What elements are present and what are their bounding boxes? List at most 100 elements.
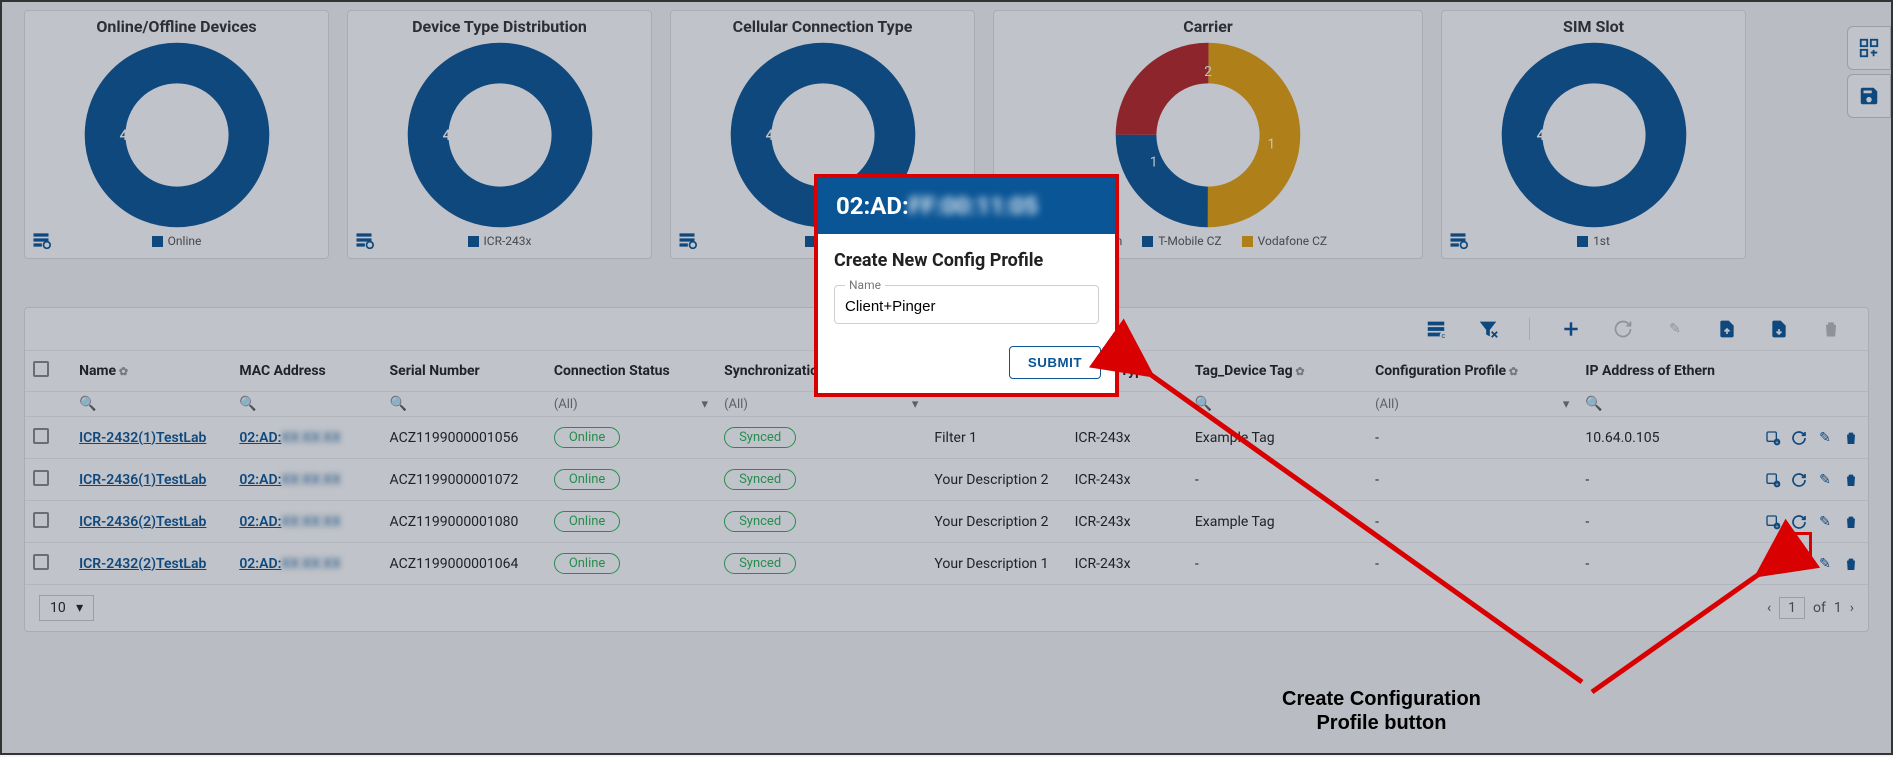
name-field[interactable] — [845, 298, 1088, 315]
conn-status-badge: Online — [554, 469, 621, 490]
dialog-title: Create New Config Profile — [834, 250, 1099, 271]
edit-icon[interactable]: ✎ — [1664, 318, 1686, 340]
row-checkbox[interactable] — [33, 512, 49, 528]
mac-link[interactable]: 02:AD: — [239, 514, 281, 530]
search-icon[interactable]: 🔍 — [1585, 396, 1602, 412]
save-icon[interactable] — [1847, 74, 1891, 118]
donut-chart: 4 — [405, 40, 595, 230]
search-icon[interactable]: 🔍 — [79, 396, 96, 412]
refresh-row-icon[interactable] — [1790, 471, 1808, 489]
col-mac[interactable]: MAC Address — [231, 351, 381, 392]
row-checkbox[interactable] — [33, 554, 49, 570]
mac-link[interactable]: 02:AD: — [239, 556, 281, 572]
col-conf[interactable]: Configuration Profile — [1367, 351, 1577, 392]
svg-text:+: + — [1775, 524, 1778, 530]
svg-text:2: 2 — [1204, 64, 1212, 80]
col-name[interactable]: Name — [71, 351, 231, 392]
dialog-header: 02:AD:FF:00:11:05 — [818, 178, 1115, 234]
search-icon[interactable]: 🔍 — [1195, 396, 1212, 412]
donut-chart: 2 1 1 — [1113, 40, 1303, 230]
filter-sync[interactable]: (All)▾ — [724, 397, 918, 412]
legend-item: Online — [152, 234, 202, 248]
donut-chart: 4 — [1499, 40, 1689, 230]
edit-row-icon[interactable]: ✎ — [1816, 555, 1834, 573]
desc-cell: Filter 1 — [926, 417, 1066, 459]
device-name-link[interactable]: ICR-2436(2)TestLab — [79, 514, 206, 530]
device-name-link[interactable]: ICR-2436(1)TestLab — [79, 472, 206, 488]
add-icon[interactable] — [1560, 318, 1582, 340]
sync-status-badge: Synced — [724, 511, 796, 532]
desc-cell: Your Description 2 — [926, 459, 1066, 501]
serial-cell: ACZ1199000001064 — [382, 543, 546, 585]
card-expand-icon[interactable] — [31, 230, 53, 252]
conn-status-badge: Online — [554, 427, 621, 448]
col-conn[interactable]: Connection Status — [546, 351, 716, 392]
submit-button[interactable]: SUBMIT — [1009, 346, 1101, 379]
ip-cell: - — [1577, 543, 1737, 585]
upload-file-icon[interactable] — [1716, 318, 1738, 340]
search-icon[interactable]: 🔍 — [390, 396, 407, 412]
card-title: Cellular Connection Type — [733, 17, 913, 36]
tag-cell: Example Tag — [1187, 501, 1367, 543]
card-expand-icon[interactable] — [677, 230, 699, 252]
edit-row-icon[interactable]: ✎ — [1816, 513, 1834, 531]
donut-count: 4 — [443, 126, 452, 144]
pager-page[interactable]: 1 — [1779, 597, 1805, 619]
pager-prev[interactable]: ‹ — [1767, 600, 1771, 616]
col-tag[interactable]: Tag_Device Tag — [1187, 351, 1367, 392]
filter-conn[interactable]: (All)▾ — [554, 397, 708, 412]
filter-conf[interactable]: (All)▾ — [1375, 397, 1569, 412]
mac-link[interactable]: 02:AD: — [239, 430, 281, 446]
create-config-profile-icon[interactable]: + — [1764, 555, 1782, 573]
svg-text:1: 1 — [1150, 155, 1158, 171]
donut-count: 4 — [1537, 126, 1546, 144]
svg-text:+: + — [1775, 566, 1778, 572]
conn-status-badge: Online — [554, 511, 621, 532]
conf-cell: - — [1367, 501, 1577, 543]
columns-icon[interactable]: c — [1425, 318, 1447, 340]
mac-link[interactable]: 02:AD: — [239, 472, 281, 488]
serial-cell: ACZ1199000001072 — [382, 459, 546, 501]
filter-clear-icon[interactable] — [1477, 318, 1499, 340]
tag-cell: - — [1187, 543, 1367, 585]
page-size-select[interactable]: 10 ▾ — [39, 595, 94, 621]
svg-text:1: 1 — [1268, 137, 1276, 153]
conf-cell: - — [1367, 543, 1577, 585]
edit-row-icon[interactable]: ✎ — [1816, 429, 1834, 447]
edit-row-icon[interactable]: ✎ — [1816, 471, 1834, 489]
device-name-link[interactable]: ICR-2432(2)TestLab — [79, 556, 206, 572]
create-config-profile-dialog: 02:AD:FF:00:11:05 Create New Config Prof… — [814, 174, 1119, 397]
search-icon[interactable]: 🔍 — [239, 396, 256, 412]
serial-cell: ACZ1199000001056 — [382, 417, 546, 459]
delete-row-icon[interactable] — [1842, 513, 1860, 531]
download-file-icon[interactable] — [1768, 318, 1790, 340]
create-config-profile-icon[interactable]: + — [1764, 429, 1782, 447]
legend-item: 1st — [1577, 234, 1610, 248]
ip-cell: 10.64.0.105 — [1577, 417, 1737, 459]
create-config-profile-icon[interactable]: + — [1764, 471, 1782, 489]
layout-icon[interactable] — [1847, 26, 1891, 70]
refresh-row-icon[interactable] — [1790, 513, 1808, 531]
legend-item: ICR-243x — [468, 234, 532, 248]
pager: 10 ▾ ‹ 1 of 1 › — [25, 585, 1868, 631]
table-row: ICR-2432(2)TestLab 02:AD:XX:XX:XX ACZ119… — [25, 543, 1868, 585]
row-checkbox[interactable] — [33, 470, 49, 486]
delete-row-icon[interactable] — [1842, 429, 1860, 447]
device-name-link[interactable]: ICR-2432(1)TestLab — [79, 430, 206, 446]
delete-row-icon[interactable] — [1842, 471, 1860, 489]
card-expand-icon[interactable] — [1448, 230, 1470, 252]
legend-item: Vodafone CZ — [1242, 234, 1328, 248]
card-expand-icon[interactable] — [354, 230, 376, 252]
pager-next[interactable]: › — [1850, 600, 1854, 616]
row-checkbox[interactable] — [33, 428, 49, 444]
create-config-profile-icon[interactable]: + — [1764, 513, 1782, 531]
card-title: Device Type Distribution — [412, 17, 587, 36]
select-all-checkbox[interactable] — [33, 361, 49, 377]
refresh-icon[interactable] — [1612, 318, 1634, 340]
refresh-row-icon[interactable] — [1790, 429, 1808, 447]
delete-row-icon[interactable] — [1842, 555, 1860, 573]
col-ip[interactable]: IP Address of Ethern — [1577, 351, 1737, 392]
col-sn[interactable]: Serial Number — [382, 351, 546, 392]
conn-status-badge: Online — [554, 553, 621, 574]
delete-icon[interactable] — [1820, 318, 1842, 340]
